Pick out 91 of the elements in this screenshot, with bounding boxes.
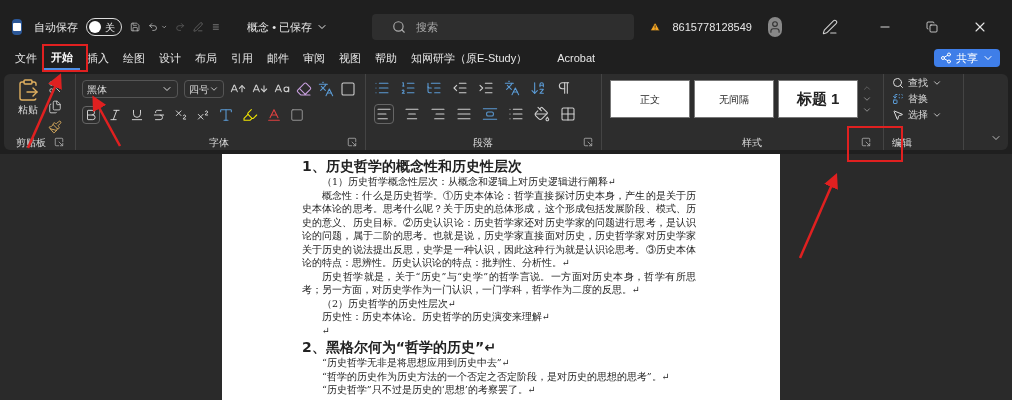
character-shading-icon[interactable]	[290, 108, 304, 122]
numbering-icon[interactable]	[400, 80, 416, 96]
show-marks-icon[interactable]	[556, 80, 572, 96]
group-label: 段落	[472, 135, 493, 150]
body-paragraph: 历史性：历史本体论。历史哲学的历史演变来理解↵	[321, 310, 551, 324]
ribbon-tab[interactable]: 插入	[80, 46, 116, 70]
annotation-box	[847, 126, 903, 162]
character-border-icon[interactable]	[340, 81, 356, 97]
borders-icon[interactable]	[560, 106, 576, 122]
search-icon	[392, 20, 407, 34]
ribbon-tab[interactable]: 帮助	[368, 46, 404, 70]
clear-formatting-icon[interactable]	[296, 81, 312, 97]
style-gallery-item[interactable]: 无间隔	[694, 80, 774, 118]
ribbon-tab[interactable]: 邮件	[260, 46, 296, 70]
bullets-icon[interactable]	[374, 80, 390, 96]
body-paragraph: （2）历史哲学的历史性层次↵	[321, 296, 457, 310]
customize-toolbar-icon[interactable]	[211, 21, 220, 33]
decrease-indent-icon[interactable]	[452, 80, 468, 96]
ribbon-tab[interactable]: 绘图	[116, 46, 152, 70]
search-icon	[892, 76, 904, 89]
highlighter-icon[interactable]	[242, 107, 258, 123]
font-name-dropdown[interactable]: 黑体	[82, 80, 178, 98]
subscript-icon[interactable]	[174, 108, 188, 122]
dialog-launcher-icon[interactable]	[583, 137, 593, 147]
align-right-icon[interactable]	[430, 106, 446, 122]
ribbon-tab[interactable]: 开始	[44, 46, 80, 70]
line-spacing-icon[interactable]	[508, 106, 524, 122]
ribbon-tab[interactable]: 布局	[188, 46, 224, 70]
ribbon-tab[interactable]: Acrobat	[550, 46, 603, 70]
pen-icon[interactable]	[821, 19, 838, 35]
ribbon-tab[interactable]: 设计	[152, 46, 188, 70]
autosave-label: 自动保存	[34, 19, 79, 35]
body-paragraph: “历史哲学”只不过是历史的‘思想’的考察罢了。↵	[321, 383, 537, 397]
text-effects-icon[interactable]	[218, 107, 234, 123]
ribbon-tab[interactable]: 视图	[332, 46, 368, 70]
ribbon-tab[interactable]: 引用	[224, 46, 260, 70]
dialog-launcher-icon[interactable]	[53, 137, 64, 147]
copy-icon[interactable]	[48, 100, 62, 114]
format-painter-icon[interactable]	[48, 120, 62, 134]
avatar-icon[interactable]	[767, 17, 782, 37]
font-color-icon[interactable]	[266, 107, 282, 123]
heading-text: 1、历史哲学的概念性和历史性层次	[302, 157, 523, 175]
more-styles-icon[interactable]	[862, 105, 872, 115]
bold-icon[interactable]	[84, 108, 98, 122]
style-gallery-item[interactable]: 正文	[610, 80, 690, 118]
paste-button[interactable]: 粘贴	[16, 78, 40, 117]
word-logo-icon	[12, 19, 23, 35]
annotation-arrow	[92, 95, 122, 147]
group-label: 样式	[741, 135, 762, 150]
strikethrough-icon[interactable]	[152, 108, 166, 122]
body-paragraph: （1）历史哲学概念性层次：从概念和逻辑上对历史逻辑进行阐释↵	[321, 175, 617, 189]
superscript-icon[interactable]	[196, 108, 210, 122]
replace-icon	[892, 92, 904, 105]
body-paragraph: ↵	[321, 323, 331, 337]
styles-launcher-icon[interactable]	[861, 137, 871, 147]
align-left-icon[interactable]	[376, 106, 392, 122]
underline-icon[interactable]	[130, 108, 144, 122]
style-gallery-item[interactable]: 标题 1	[778, 80, 858, 118]
ribbon-tab[interactable]: 文件	[8, 46, 44, 70]
heading-text: 2、黑格尔何为“哲学的历史”↵	[302, 338, 497, 356]
document-title-button[interactable]: 概念 • 已保存	[243, 18, 333, 36]
font-size-dropdown[interactable]: 四号	[184, 80, 224, 98]
account-name[interactable]: 8615778128549	[672, 18, 752, 36]
sort-icon[interactable]	[530, 80, 546, 96]
increase-indent-icon[interactable]	[478, 80, 494, 96]
share-button[interactable]: 共享	[934, 49, 1000, 67]
justify-icon[interactable]	[456, 106, 472, 122]
body-paragraph: 历史哲学就是，关于“历史”与“史学”的哲学言说。一方面对历史本身，哲学有所思考；另一方面，对历史学作为一门认识，一门学科，哲学作为二度的反思。↵	[302, 269, 696, 297]
annotation-box	[42, 44, 88, 72]
distributed-icon[interactable]	[482, 106, 498, 122]
italic-icon[interactable]	[108, 108, 122, 122]
group-label: 编辑	[892, 135, 912, 150]
ribbon-tab[interactable]: 知网研学（原E-Study）	[404, 46, 535, 70]
scroll-down-icon[interactable]	[862, 94, 872, 104]
editing-command[interactable]: 查找	[892, 75, 963, 90]
editing-command[interactable]: 选择	[892, 107, 963, 122]
ribbon-tab[interactable]: 审阅	[296, 46, 332, 70]
align-center-icon[interactable]	[404, 106, 420, 122]
editing-command[interactable]: 替换	[892, 91, 963, 106]
group-label: 字体	[208, 135, 229, 150]
restore-icon[interactable]	[925, 21, 938, 33]
pointer-icon	[892, 108, 904, 121]
multilevel-list-icon[interactable]	[426, 80, 442, 96]
body-paragraph: “历史哲学无非是将思想应用到历史中去”↵	[321, 356, 511, 370]
body-paragraph: “哲学的历史作为历史方法的一个否定之否定阶段，是对历史的思想的思考”。↵	[321, 369, 671, 383]
share-icon	[940, 52, 952, 64]
shading-icon[interactable]	[534, 106, 550, 122]
cut-icon[interactable]	[48, 80, 62, 94]
search-field[interactable]: 搜索	[372, 14, 635, 40]
dialog-launcher-icon[interactable]	[347, 137, 357, 147]
body-paragraph: 概念性：什么是历史哲学。①历史本体论：哲学直接探讨历史本身，产生的是关于历史本体论的思考。思考什么呢？关于历史的总体形成，这个形成包括发展阶段、模式、历史的意义、历史目标。②历史认识论：历史哲学家还对历史学家的问题进行思考，是认识论的问题，属于二阶的思考。也就是说，历史学家直接面对历史，历史哲学家对历史学家关于历史的说法提出反思，史学是一种认识，因此这种行为就是认识论思考。③历史本体论的特点：思辨性。历史认识论的特点：批判性、分析性。↵	[302, 188, 696, 270]
